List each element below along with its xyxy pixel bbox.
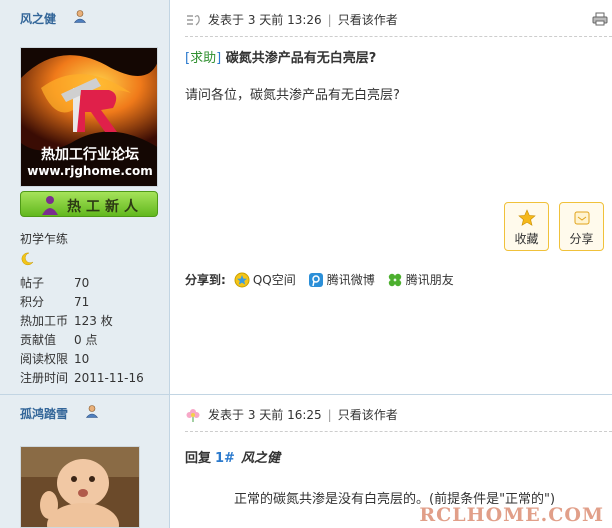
user-stats: 帖子 70 积分 71 热加工币 123 枚 贡献值 0 点 阅读权限 10 注册时间 20… <box>20 274 165 388</box>
share-qzone-label: QQ空间 <box>252 273 296 287</box>
share-qzone[interactable]: QQ空间 <box>234 270 296 290</box>
author-name-link[interactable]: 风之健 <box>20 10 56 27</box>
post-time: 发表于 3 天前 13:26 <box>208 13 322 27</box>
rank-badge: 热工新人 <box>20 191 158 217</box>
avatar-text-url: www.rjghome.com <box>27 164 153 178</box>
share-bar: 分享到: QQ空间 腾讯微博 腾讯朋友 <box>185 270 466 290</box>
avatar-text-forum: 热加工行业论坛 <box>41 147 139 163</box>
post-header: 发表于 3 天前 16:25 | 只看该作者 <box>185 405 612 425</box>
share-to-label: 分享到: <box>185 273 226 287</box>
stat-row[interactable]: 积分 71 <box>20 293 165 312</box>
favorite-label: 收藏 <box>514 232 539 246</box>
header-separator: | <box>327 408 332 422</box>
post-content: 发表于 3 天前 13:26 | 只看该作者 [求助] 碳氮共渗产品有无白亮层? 请… <box>171 0 612 395</box>
header-divider <box>185 36 612 37</box>
stat-key: 积分 <box>20 295 45 309</box>
post-icon <box>187 15 200 26</box>
forum-logo-avatar[interactable]: 热加工行业论坛 www.rjghome.com <box>20 47 158 187</box>
stat-value[interactable]: 70 <box>74 274 89 293</box>
author-name-link[interactable]: 孤鸿踏雪 <box>20 405 68 422</box>
share-label: 分享 <box>569 232 594 246</box>
qzone-icon <box>234 272 250 288</box>
rank-badge-label: 热工新人 <box>67 199 143 215</box>
share-icon <box>574 211 589 225</box>
header-divider <box>185 431 612 432</box>
rank-title: 初学乍练 <box>20 232 69 246</box>
thread-tag-link[interactable]: 求助 <box>190 51 216 66</box>
stat-row[interactable]: 贡献值 0 点 <box>20 331 165 350</box>
reply-header: 回复 1# 风之健 <box>185 447 280 466</box>
stat-row[interactable]: 帖子 70 <box>20 274 165 293</box>
flower-icon <box>186 409 200 422</box>
reply-floor-link[interactable]: 1# <box>215 451 235 466</box>
moon-icon <box>21 252 34 266</box>
share-tencent-friends-label: 腾讯朋友 <box>405 273 454 287</box>
only-author-link[interactable]: 只看该作者 <box>338 13 398 27</box>
thread-title-text: 碳氮共渗产品有无白亮层? <box>225 51 377 66</box>
reply-to-author[interactable]: 风之健 <box>241 451 280 466</box>
stat-value[interactable]: 123 枚 <box>74 312 113 331</box>
clover-icon <box>388 273 401 287</box>
member-figure-icon <box>42 196 58 215</box>
share-tencent-weibo-label: 腾讯微博 <box>326 273 375 287</box>
watermark: RCLHOME.COM <box>419 504 604 526</box>
post-time: 发表于 3 天前 16:25 <box>208 408 322 422</box>
stat-value: 2011-11-16 <box>74 371 144 385</box>
star-icon <box>517 209 536 226</box>
reply-label: 回复 <box>185 451 212 466</box>
header-separator: | <box>327 13 332 27</box>
stat-key: 注册时间 <box>20 371 69 385</box>
stat-row[interactable]: 阅读权限 10 <box>20 350 165 369</box>
share-tencent-friends[interactable]: 腾讯朋友 <box>387 270 454 290</box>
post-header: 发表于 3 天前 13:26 | 只看该作者 <box>185 10 612 30</box>
stat-value[interactable]: 71 <box>74 293 89 312</box>
stat-row[interactable]: 注册时间 2011-11-16 <box>20 369 165 388</box>
stat-key: 热加工币 <box>20 314 69 328</box>
post-author-sidebar: 风之健 热加工行业论坛 www.rjghome.com 热工新人 初学乍练 帖子… <box>0 0 170 395</box>
stat-key: 阅读权限 <box>20 352 69 366</box>
tencent-weibo-icon <box>308 273 323 287</box>
post-author-sidebar: 孤鸿踏雪 <box>0 395 170 528</box>
stat-row[interactable]: 热加工币 123 枚 <box>20 312 165 331</box>
favorite-button[interactable]: 收藏 <box>504 202 549 251</box>
user-icon[interactable] <box>85 404 99 418</box>
only-author-link[interactable]: 只看该作者 <box>338 408 398 422</box>
thread-title: [求助] 碳氮共渗产品有无白亮层? <box>185 51 377 66</box>
post-body: 请问各位，碳氮共渗产品有无白亮层? <box>185 88 400 103</box>
stat-value[interactable]: 0 点 <box>74 331 97 350</box>
stat-value[interactable]: 10 <box>74 350 89 369</box>
stat-key: 贡献值 <box>20 333 57 347</box>
user-avatar[interactable] <box>20 446 140 528</box>
stat-key: 帖子 <box>20 276 45 290</box>
share-tencent-weibo[interactable]: 腾讯微博 <box>308 270 375 290</box>
printer-icon[interactable] <box>592 12 608 26</box>
user-icon[interactable] <box>73 9 87 23</box>
share-button[interactable]: 分享 <box>559 202 604 251</box>
post-1: 风之健 热加工行业论坛 www.rjghome.com 热工新人 初学乍练 帖子… <box>0 0 612 395</box>
